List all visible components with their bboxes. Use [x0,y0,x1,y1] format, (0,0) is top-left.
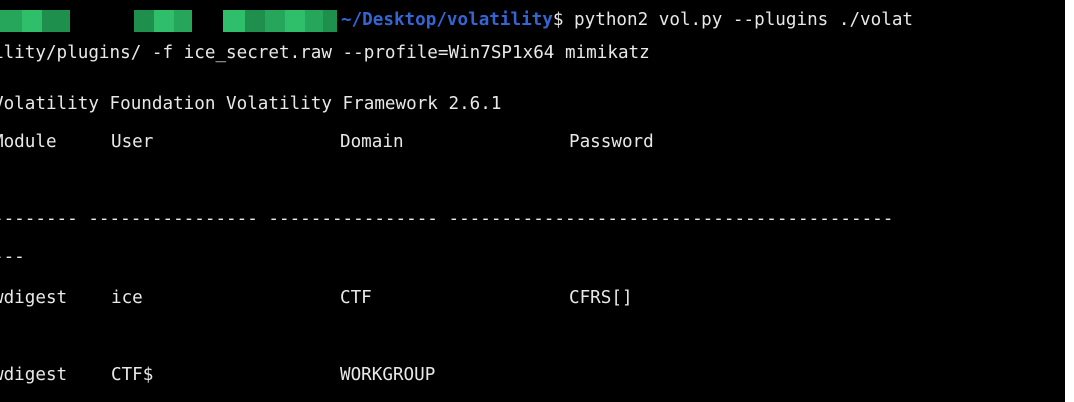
header-user: User [111,132,154,152]
header-module: Module [0,132,57,152]
redacted-username-block-1 [0,10,70,32]
row-1-password: CFRS[] [569,288,633,308]
row-1-domain: CTF [340,288,372,308]
separator-line: -------- ---------------- --------------… [0,209,894,229]
header-domain: Domain [340,132,404,152]
row-1-user: ice [111,288,143,308]
screenshot-edge [1065,0,1074,402]
command-continuation: ility/plugins/ -f ice_secret.raw --profi… [0,43,650,63]
volatility-banner: Volatility Foundation Volatility Framewo… [0,94,502,114]
prompt-symbol: $ [552,10,564,30]
prompt-path: ~/Desktop/volatility [341,10,553,30]
row-1-module: wdigest [0,288,68,308]
row-2-module: wdigest [0,365,68,385]
redacted-username-block-2 [134,10,192,32]
separator-wrap: --- [0,247,25,267]
header-password: Password [569,132,654,152]
terminal-window[interactable]: ~/Desktop/volatility$ python2 vol.py --p… [0,0,1065,402]
prompt-line: ~/Desktop/volatility$ python2 vol.py --p… [341,4,913,36]
row-2-domain: WORKGROUP [340,365,436,385]
command-text: python2 vol.py --plugins ./volat [563,10,914,30]
redacted-hostname-block [223,10,337,32]
row-2-user: CTF$ [111,365,154,385]
